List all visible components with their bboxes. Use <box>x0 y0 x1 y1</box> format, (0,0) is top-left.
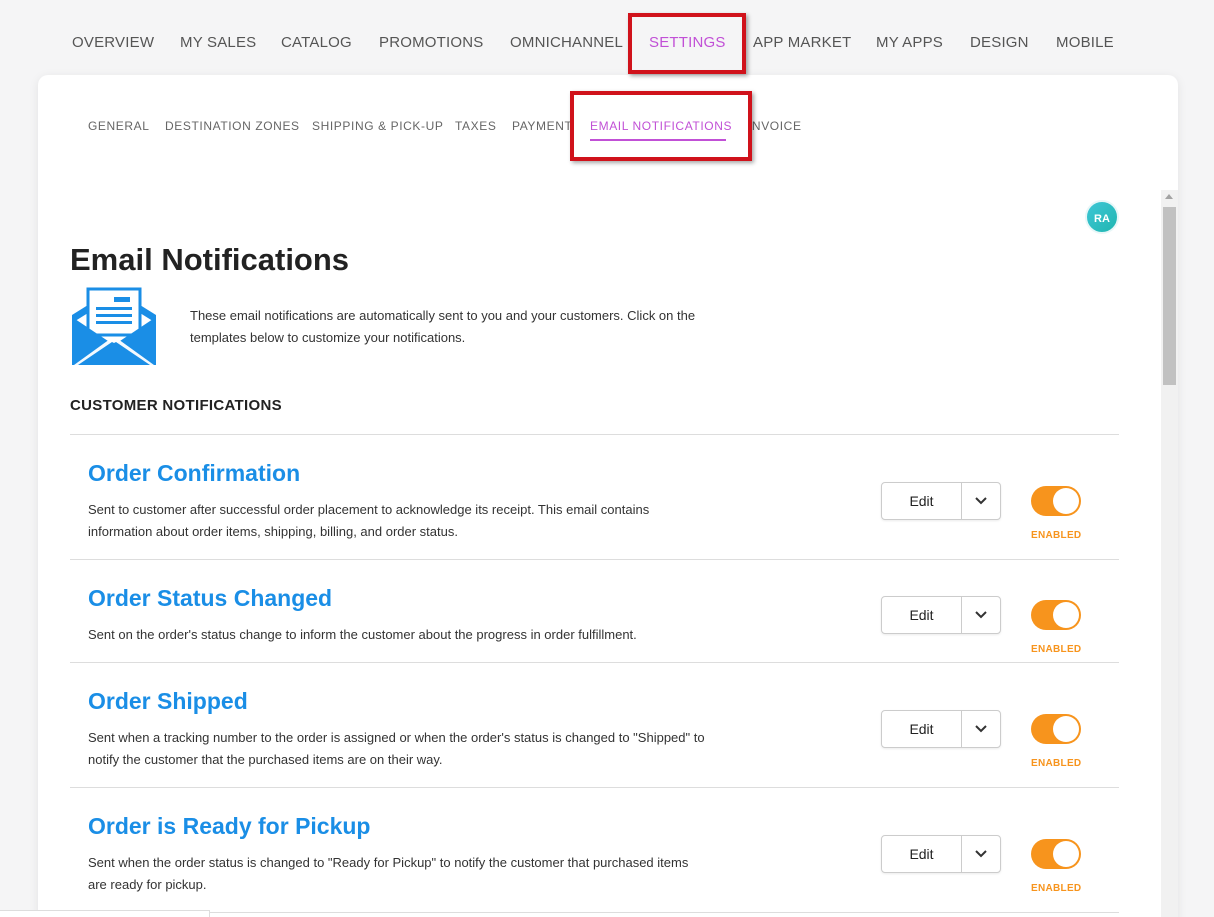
toggle-knob <box>1053 841 1079 867</box>
nav-my-sales[interactable]: MY SALES <box>180 34 256 51</box>
nav-catalog[interactable]: CATALOG <box>281 34 352 51</box>
notification-title-order-confirmation[interactable]: Order Confirmation <box>88 460 300 487</box>
chevron-down-icon <box>975 850 987 858</box>
edit-button-group: Edit <box>881 710 1001 748</box>
edit-dropdown-button[interactable] <box>962 836 1000 872</box>
divider <box>70 559 1119 560</box>
edit-dropdown-button[interactable] <box>962 711 1000 747</box>
nav-overview[interactable]: OVERVIEW <box>72 34 154 51</box>
bottom-panel-edge <box>0 910 210 917</box>
edit-dropdown-button[interactable] <box>962 483 1000 519</box>
status-label: ENABLED <box>1031 530 1082 541</box>
subnav-email-notifications[interactable]: EMAIL NOTIFICATIONS <box>590 119 732 133</box>
subnav-destination-zones[interactable]: DESTINATION ZONES <box>165 119 300 133</box>
subnav-general[interactable]: GENERAL <box>88 119 150 133</box>
edit-button[interactable]: Edit <box>882 836 962 872</box>
notification-title-order-ready-for-pickup[interactable]: Order is Ready for Pickup <box>88 813 370 840</box>
divider <box>70 912 1119 913</box>
enabled-toggle[interactable] <box>1031 486 1081 516</box>
subnav-taxes[interactable]: TAXES <box>455 119 496 133</box>
toggle-knob <box>1053 602 1079 628</box>
nav-app-market[interactable]: APP MARKET <box>753 34 851 51</box>
intro-text: These email notifications are automatica… <box>190 308 696 345</box>
notification-title-order-status-changed[interactable]: Order Status Changed <box>88 585 332 612</box>
subnav-payment[interactable]: PAYMENT <box>512 119 572 133</box>
settings-card <box>38 75 1178 917</box>
nav-promotions[interactable]: PROMOTIONS <box>379 34 484 51</box>
chevron-down-icon <box>975 611 987 619</box>
scrollbar-thumb[interactable] <box>1163 207 1176 385</box>
nav-settings[interactable]: SETTINGS <box>649 34 726 51</box>
enabled-toggle[interactable] <box>1031 714 1081 744</box>
page-title: Email Notifications <box>70 242 350 277</box>
edit-dropdown-button[interactable] <box>962 597 1000 633</box>
enabled-toggle[interactable] <box>1031 839 1081 869</box>
enabled-toggle[interactable] <box>1031 600 1081 630</box>
nav-my-apps[interactable]: MY APPS <box>876 34 943 51</box>
scroll-up-icon[interactable] <box>1165 194 1173 199</box>
status-label: ENABLED <box>1031 758 1082 769</box>
active-tab-underline <box>590 139 726 141</box>
scrollbar[interactable] <box>1161 190 1178 917</box>
toggle-knob <box>1053 488 1079 514</box>
envelope-icon <box>72 287 156 365</box>
subnav-shipping-pickup[interactable]: SHIPPING & PICK-UP <box>312 119 444 133</box>
toggle-knob <box>1053 716 1079 742</box>
divider <box>70 787 1119 788</box>
edit-button[interactable]: Edit <box>882 483 962 519</box>
status-label: ENABLED <box>1031 883 1082 894</box>
section-title-customer-notifications: CUSTOMER NOTIFICATIONS <box>70 397 282 414</box>
divider <box>70 662 1119 663</box>
edit-button-group: Edit <box>881 482 1001 520</box>
notification-description: Sent on the order's status change to inf… <box>88 627 637 642</box>
edit-button[interactable]: Edit <box>882 711 962 747</box>
notification-description: Sent to customer after successful order … <box>88 502 650 539</box>
nav-mobile[interactable]: MOBILE <box>1056 34 1114 51</box>
chevron-down-icon <box>975 725 987 733</box>
edit-button-group: Edit <box>881 596 1001 634</box>
divider <box>70 434 1119 435</box>
edit-button-group: Edit <box>881 835 1001 873</box>
subnav-invoice[interactable]: INVOICE <box>748 119 802 133</box>
nav-omnichannel[interactable]: OMNICHANNEL <box>510 34 623 51</box>
notification-description: Sent when the order status is changed to… <box>88 855 689 892</box>
top-navigation: OVERVIEW MY SALES CATALOG PROMOTIONS OMN… <box>0 0 1214 75</box>
notification-title-order-shipped[interactable]: Order Shipped <box>88 688 248 715</box>
nav-design[interactable]: DESIGN <box>970 34 1029 51</box>
chevron-down-icon <box>975 497 987 505</box>
edit-button[interactable]: Edit <box>882 597 962 633</box>
notification-description: Sent when a tracking number to the order… <box>88 730 705 767</box>
avatar[interactable]: RA <box>1085 200 1119 234</box>
status-label: ENABLED <box>1031 644 1082 655</box>
